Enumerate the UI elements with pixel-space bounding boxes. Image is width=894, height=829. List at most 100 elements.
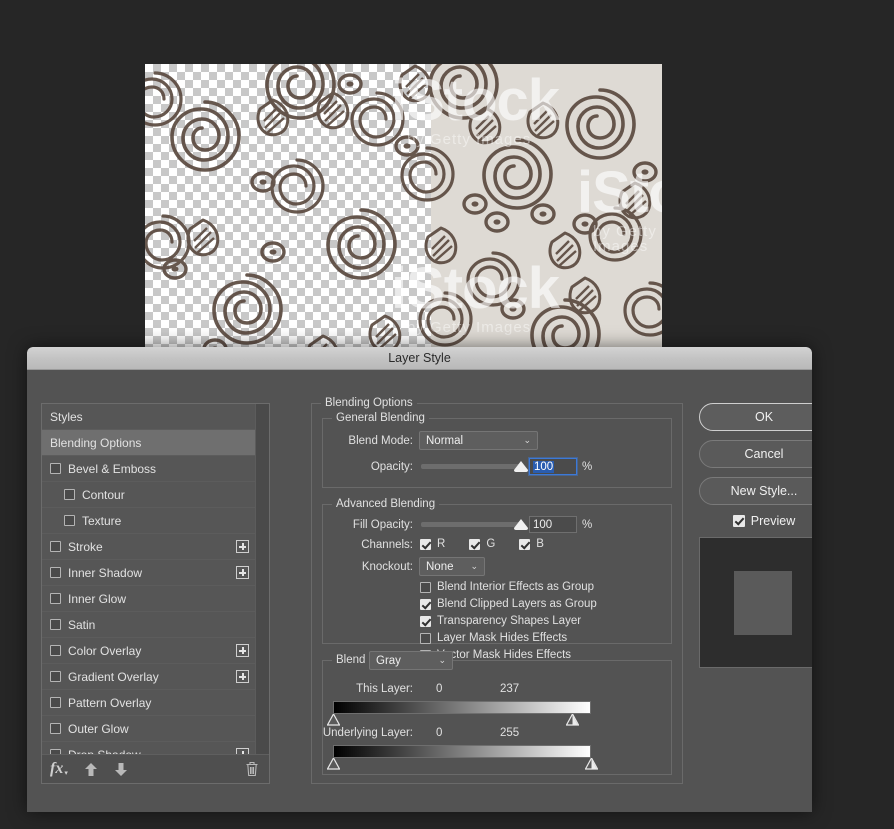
- add-effect-instance-icon[interactable]: [236, 748, 249, 754]
- channel-checkbox[interactable]: [519, 538, 531, 550]
- add-effect-instance-icon[interactable]: [236, 670, 249, 683]
- underlying-layer-white-slider[interactable]: [584, 758, 598, 771]
- dialog-actions: OK Cancel New Style... Preview: [699, 403, 812, 668]
- effect-enable-checkbox[interactable]: [50, 567, 61, 578]
- preview-toggle[interactable]: Preview: [699, 514, 812, 528]
- this-layer-gradient-bar[interactable]: [333, 701, 591, 714]
- preview-checkbox[interactable]: [732, 515, 745, 527]
- chevron-down-icon: ⌄: [523, 435, 531, 445]
- ok-button[interactable]: OK: [699, 403, 812, 431]
- styles-list-item-label: Texture: [82, 513, 122, 528]
- fill-opacity-slider-track[interactable]: [421, 522, 521, 527]
- channel-toggle[interactable]: B: [519, 538, 544, 550]
- new-style-button-label: New Style...: [730, 484, 798, 498]
- effect-enable-checkbox[interactable]: [50, 723, 61, 734]
- underlying-layer-black-slider[interactable]: [326, 758, 340, 771]
- styles-list-item-label: Blending Options: [50, 435, 142, 450]
- advanced-option-checkbox[interactable]: [420, 615, 431, 627]
- general-blending-title: General Blending: [332, 412, 429, 424]
- styles-list-item[interactable]: Color Overlay: [42, 638, 255, 664]
- knockout-select[interactable]: None ⌄: [419, 557, 485, 576]
- styles-list-item[interactable]: Satin: [42, 612, 255, 638]
- opacity-input[interactable]: 100: [529, 458, 577, 475]
- this-layer-white-slider[interactable]: [566, 714, 580, 727]
- effect-enable-checkbox[interactable]: [50, 645, 61, 656]
- opacity-slider-track[interactable]: [421, 464, 521, 469]
- channel-label: G: [486, 538, 496, 550]
- this-layer-black-slider[interactable]: [326, 714, 340, 727]
- styles-list-item-label: Styles: [50, 409, 83, 424]
- add-effect-instance-icon[interactable]: [236, 566, 249, 579]
- styles-list[interactable]: Styles Blending Options Bevel & Emboss Cont…: [42, 404, 255, 754]
- advanced-option-label: Layer Mask Hides Effects: [437, 632, 568, 644]
- add-effect-instance-icon[interactable]: [236, 540, 249, 553]
- advanced-blending-option[interactable]: Layer Mask Hides Effects: [420, 632, 597, 644]
- effect-enable-checkbox[interactable]: [64, 489, 75, 500]
- channel-label: B: [536, 538, 544, 550]
- styles-list-item[interactable]: Pattern Overlay: [42, 690, 255, 716]
- advanced-blending-option[interactable]: Blend Clipped Layers as Group: [420, 598, 597, 610]
- styles-list-item-label: Bevel & Emboss: [68, 461, 157, 476]
- styles-list-item-label: Drop Shadow: [68, 748, 236, 755]
- channel-checkbox[interactable]: [420, 538, 431, 550]
- move-up-arrow-icon[interactable]: [84, 762, 98, 777]
- styles-list-item[interactable]: Drop Shadow: [42, 742, 255, 754]
- styles-list-item-label: Contour: [82, 487, 125, 502]
- blend-mode-select[interactable]: Normal ⌄: [419, 431, 538, 450]
- trash-delete-icon[interactable]: [245, 761, 259, 777]
- advanced-option-checkbox[interactable]: [420, 598, 431, 610]
- document-canvas[interactable]: iStock by Getty Images iStock by Getty I…: [145, 64, 662, 356]
- advanced-blending-option[interactable]: Blend Interior Effects as Group: [420, 581, 597, 593]
- fill-opacity-slider-thumb[interactable]: [514, 519, 528, 530]
- cancel-button-label: Cancel: [744, 447, 784, 461]
- blend-mode-label: Blend Mode:: [348, 435, 413, 447]
- advanced-blending-option[interactable]: Transparency Shapes Layer: [420, 615, 597, 627]
- fill-opacity-label: Fill Opacity:: [352, 519, 413, 531]
- move-down-arrow-icon[interactable]: [114, 762, 128, 777]
- effect-enable-checkbox[interactable]: [50, 749, 61, 754]
- styles-list-item-label: Gradient Overlay: [68, 669, 159, 684]
- blending-options-pane: Blending Options General Blending Blend …: [311, 397, 683, 784]
- underlying-layer-gradient-bar[interactable]: [333, 745, 591, 758]
- styles-list-item[interactable]: Texture: [42, 508, 255, 534]
- effect-enable-checkbox[interactable]: [50, 541, 61, 552]
- styles-list-scrollbar[interactable]: [255, 404, 269, 754]
- advanced-option-checkbox[interactable]: [420, 581, 431, 593]
- fill-opacity-input[interactable]: 100: [529, 516, 577, 533]
- channel-checkbox[interactable]: [469, 538, 481, 550]
- styles-list-item[interactable]: Outer Glow: [42, 716, 255, 742]
- opacity-slider-thumb[interactable]: [514, 461, 528, 472]
- effect-enable-checkbox[interactable]: [50, 463, 61, 474]
- styles-list-item[interactable]: Inner Shadow: [42, 560, 255, 586]
- styles-list-item-label: Inner Glow: [68, 591, 127, 606]
- effect-enable-checkbox[interactable]: [64, 515, 75, 526]
- effect-enable-checkbox[interactable]: [50, 697, 61, 708]
- blend-if-channel-select[interactable]: Gray ⌄: [369, 651, 453, 670]
- styles-list-item[interactable]: Contour: [42, 482, 255, 508]
- blend-if-group: Blend If: Gray ⌄ This Layer: 0 237 Under…: [322, 651, 672, 775]
- advanced-option-checkbox[interactable]: [420, 632, 431, 644]
- advanced-option-label: Blend Clipped Layers as Group: [437, 598, 597, 610]
- dialog-titlebar[interactable]: Layer Style: [27, 347, 812, 370]
- new-style-button[interactable]: New Style...: [699, 477, 812, 505]
- opacity-unit: %: [582, 461, 593, 473]
- fx-add-effect-icon[interactable]: fx ▾: [50, 760, 68, 778]
- styles-list-item-label: Satin: [68, 617, 96, 632]
- chevron-down-icon: ⌄: [470, 561, 478, 571]
- channel-toggle[interactable]: R: [420, 538, 445, 550]
- styles-list-item[interactable]: Gradient Overlay: [42, 664, 255, 690]
- effect-enable-checkbox[interactable]: [50, 671, 61, 682]
- cancel-button[interactable]: Cancel: [699, 440, 812, 468]
- channel-label: R: [437, 538, 446, 550]
- styles-list-item[interactable]: Inner Glow: [42, 586, 255, 612]
- layer-style-dialog: Layer Style Styles Blending Options Bevel …: [27, 347, 812, 812]
- styles-list-item[interactable]: Blending Options: [42, 430, 255, 456]
- styles-list-item[interactable]: Stroke: [42, 534, 255, 560]
- styles-list-item[interactable]: Bevel & Emboss: [42, 456, 255, 482]
- effect-enable-checkbox[interactable]: [50, 619, 61, 630]
- dialog-title: Layer Style: [388, 351, 451, 365]
- effect-enable-checkbox[interactable]: [50, 593, 61, 604]
- styles-list-item[interactable]: Styles: [42, 404, 255, 430]
- add-effect-instance-icon[interactable]: [236, 644, 249, 657]
- channel-toggle[interactable]: G: [469, 538, 495, 550]
